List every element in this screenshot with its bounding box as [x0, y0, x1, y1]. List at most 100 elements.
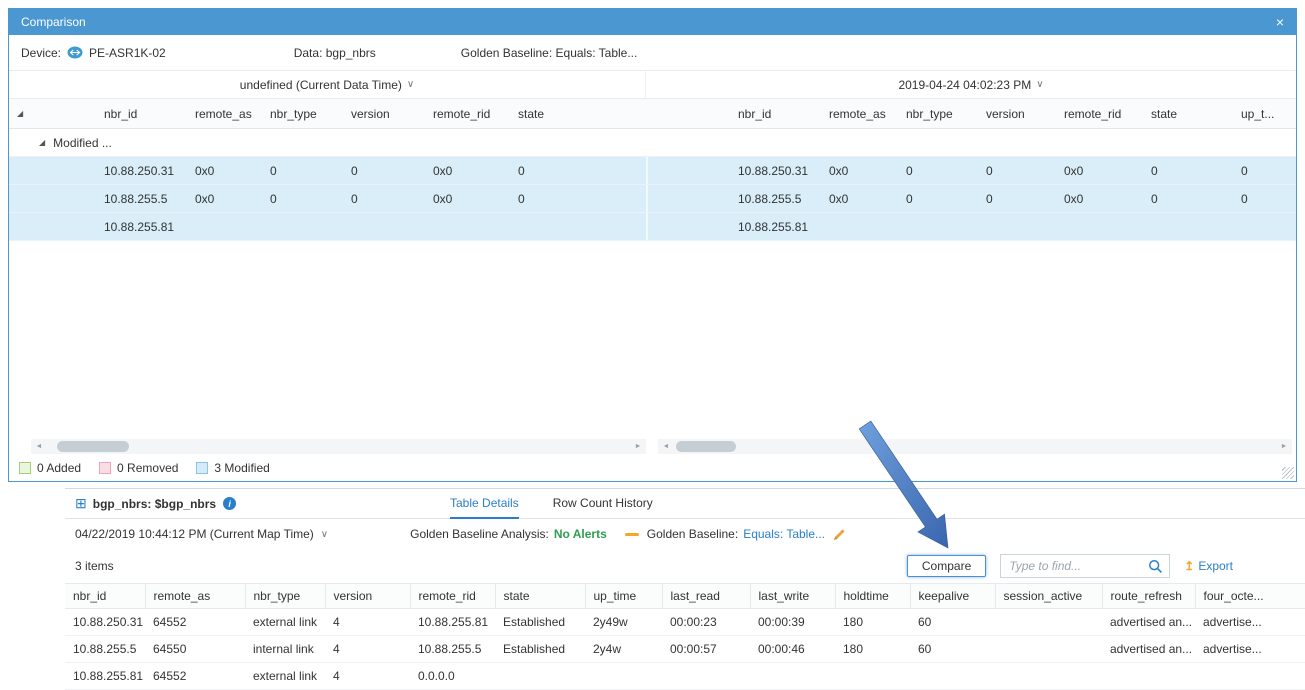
- column-header[interactable]: version: [978, 107, 1056, 121]
- left-horizontal-scrollbar[interactable]: ◄ ►: [31, 439, 646, 454]
- column-header[interactable]: up_time: [585, 584, 662, 609]
- cell: 0: [1233, 192, 1296, 206]
- cell: 10.88.250.31: [730, 164, 821, 178]
- resize-handle[interactable]: [1282, 467, 1294, 479]
- cell: 10.88.250.31: [96, 164, 187, 178]
- column-header[interactable]: state: [510, 107, 646, 121]
- scrollbar-track[interactable]: [674, 439, 1276, 454]
- cell: advertised an...: [1102, 636, 1195, 663]
- comparison-row[interactable]: 10.88.250.31 0x0 0 0 0x0 0 10.88.250.31 …: [9, 157, 1296, 185]
- column-header[interactable]: four_octe...: [1195, 584, 1305, 609]
- right-horizontal-scrollbar[interactable]: ◄ ►: [658, 439, 1292, 454]
- collapse-all-icon[interactable]: ◢: [9, 109, 31, 118]
- search-icon[interactable]: [1148, 559, 1163, 574]
- table-header-row: nbr_id remote_as nbr_type version remote…: [65, 584, 1305, 609]
- info-icon[interactable]: i: [223, 497, 236, 510]
- column-header[interactable]: route_refresh: [1102, 584, 1195, 609]
- cell: advertise...: [1195, 636, 1305, 663]
- cell: [995, 636, 1102, 663]
- column-header[interactable]: remote_rid: [425, 107, 510, 121]
- cell: [662, 663, 750, 690]
- cell: 10.88.255.5: [730, 192, 821, 206]
- column-header[interactable]: last_write: [750, 584, 835, 609]
- column-header[interactable]: nbr_type: [898, 107, 978, 121]
- search-input[interactable]: [1007, 558, 1148, 574]
- column-header[interactable]: remote_as: [145, 584, 245, 609]
- cell: [910, 663, 995, 690]
- cell: 10.88.255.5: [96, 192, 187, 206]
- baseline-dash-icon: [625, 533, 639, 536]
- comparison-row[interactable]: 10.88.255.5 0x0 0 0 0x0 0 10.88.255.5 0x…: [9, 185, 1296, 213]
- column-header[interactable]: remote_as: [187, 107, 262, 121]
- cell: 10.88.255.81: [730, 220, 821, 234]
- column-header[interactable]: nbr_id: [96, 107, 187, 121]
- scroll-left-icon[interactable]: ◄: [31, 439, 47, 454]
- column-header[interactable]: holdtime: [835, 584, 910, 609]
- left-time-selector[interactable]: undefined (Current Data Time) ∨: [9, 71, 646, 98]
- scroll-right-icon[interactable]: ►: [1276, 439, 1292, 454]
- table-row[interactable]: 10.88.250.31 64552 external link 4 10.88…: [65, 609, 1305, 636]
- scrollbar-thumb[interactable]: [676, 441, 736, 452]
- cell: 2y4w: [585, 636, 662, 663]
- cell: 0.0.0.0: [410, 663, 495, 690]
- column-header[interactable]: nbr_id: [730, 107, 821, 121]
- tab-row-count-history[interactable]: Row Count History: [553, 489, 653, 519]
- cell: [750, 663, 835, 690]
- table-row[interactable]: 10.88.255.81 64552 external link 4 0.0.0…: [65, 663, 1305, 690]
- legend-modified: 3 Modified: [196, 461, 269, 475]
- cell: external link: [245, 663, 325, 690]
- column-header[interactable]: nbr_type: [245, 584, 325, 609]
- column-header[interactable]: last_read: [662, 584, 750, 609]
- group-row-modified[interactable]: ◢ Modified ...: [9, 129, 1296, 157]
- column-header[interactable]: version: [325, 584, 410, 609]
- column-header[interactable]: keepalive: [910, 584, 995, 609]
- column-header[interactable]: nbr_id: [65, 584, 145, 609]
- export-button[interactable]: ↥ Export: [1184, 559, 1233, 573]
- comparison-row[interactable]: 10.88.255.81 10.88.255.81: [9, 213, 1296, 241]
- column-header[interactable]: remote_rid: [410, 584, 495, 609]
- right-tools: Compare ↥ Export: [907, 554, 1233, 578]
- analysis-label: Golden Baseline Analysis:: [410, 527, 549, 541]
- baseline-link[interactable]: Equals: Table...: [743, 527, 825, 541]
- column-header[interactable]: remote_as: [821, 107, 898, 121]
- column-header[interactable]: up_t...: [1233, 107, 1296, 121]
- collapse-icon[interactable]: ◢: [39, 138, 45, 147]
- column-header[interactable]: session_active: [995, 584, 1102, 609]
- scroll-left-icon[interactable]: ◄: [658, 439, 674, 454]
- dialog-titlebar[interactable]: Comparison ×: [9, 9, 1296, 35]
- right-time-selector[interactable]: 2019-04-24 04:02:23 PM ∨: [646, 71, 1296, 98]
- column-header[interactable]: state: [495, 584, 585, 609]
- chevron-down-icon: ∨: [321, 529, 328, 540]
- cell: external link: [245, 609, 325, 636]
- cell: 60: [910, 636, 995, 663]
- scroll-right-icon[interactable]: ►: [630, 439, 646, 454]
- edit-pencil-icon[interactable]: [833, 528, 846, 541]
- cell: 10.88.255.5: [65, 636, 145, 663]
- close-icon[interactable]: ×: [1276, 15, 1284, 29]
- map-time-selector[interactable]: 04/22/2019 10:44:12 PM (Current Map Time…: [75, 527, 328, 541]
- cell: [495, 663, 585, 690]
- cell: 0x0: [425, 192, 510, 206]
- cell: 0x0: [1056, 164, 1143, 178]
- scrollbar-thumb[interactable]: [57, 441, 129, 452]
- map-time-label: 04/22/2019 10:44:12 PM (Current Map Time…: [75, 527, 314, 541]
- compare-button[interactable]: Compare: [907, 555, 986, 577]
- table-row[interactable]: 10.88.255.5 64550 internal link 4 10.88.…: [65, 636, 1305, 663]
- cell: 2y49w: [585, 609, 662, 636]
- cell: 180: [835, 636, 910, 663]
- cell: 180: [835, 609, 910, 636]
- cell: 0: [510, 192, 646, 206]
- data-label: Data: bgp_nbrs: [294, 46, 376, 60]
- tab-table-details[interactable]: Table Details: [450, 489, 519, 519]
- cell: 0x0: [1056, 192, 1143, 206]
- cell: 0: [510, 164, 646, 178]
- column-header[interactable]: nbr_type: [262, 107, 343, 121]
- cell: 10.88.250.31: [65, 609, 145, 636]
- cell: 0: [343, 192, 425, 206]
- column-header[interactable]: state: [1143, 107, 1233, 121]
- column-header[interactable]: remote_rid: [1056, 107, 1143, 121]
- spacer-cell: [646, 157, 730, 184]
- cell: 64550: [145, 636, 245, 663]
- scrollbar-track[interactable]: [47, 439, 630, 454]
- column-header[interactable]: version: [343, 107, 425, 121]
